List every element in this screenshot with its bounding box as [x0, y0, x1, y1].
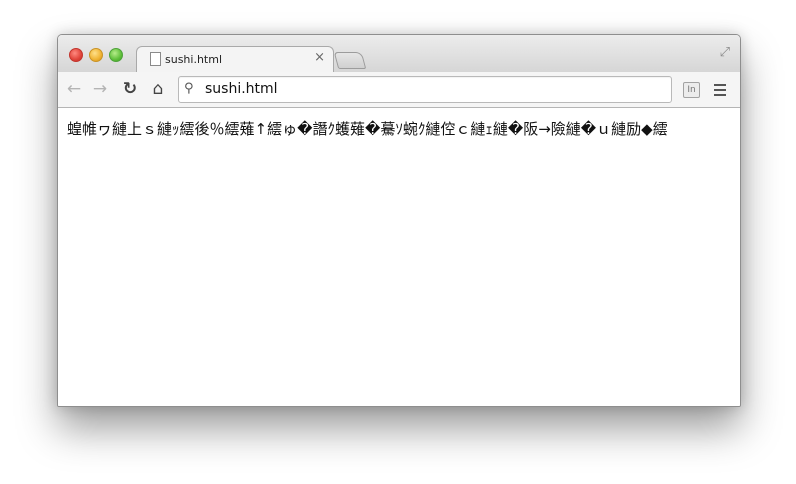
address-bar-url[interactable]: sushi.html — [205, 81, 278, 97]
hamburger-menu-icon[interactable] — [714, 84, 726, 96]
tab-sushi[interactable]: sushi.html × — [136, 46, 334, 73]
minimize-window-button[interactable] — [89, 48, 103, 62]
tab-close-icon[interactable]: × — [314, 50, 325, 65]
address-bar[interactable]: ⚲ sushi.html — [178, 76, 672, 103]
fullscreen-icon[interactable]: ⤢ — [720, 45, 730, 60]
file-icon — [150, 52, 161, 66]
screen: sushi.html × ⤢ ← → ↻ ⌂ ⚲ sushi.html In 蝗… — [0, 0, 796, 484]
tab-title: sushi.html — [165, 53, 223, 66]
page-content: 蝗帷ヮ縺上ｓ縺ｯ繧後％繧薙↑繧ゅ�譖ｸ蠖薙�驀ｿ蜿ｸ縺倥ｃ縺ｪ縺�阪→險縺�ｕ縺… — [58, 108, 740, 406]
new-tab-button[interactable] — [333, 52, 367, 69]
extension-in-button[interactable]: In — [683, 82, 700, 98]
reload-icon[interactable]: ↻ — [119, 79, 141, 99]
maximize-window-button[interactable] — [109, 48, 123, 62]
home-icon[interactable]: ⌂ — [147, 79, 169, 99]
search-icon: ⚲ — [184, 81, 194, 96]
back-arrow-icon[interactable]: ← — [63, 79, 85, 99]
forward-arrow-icon[interactable]: → — [89, 79, 111, 99]
toolbar: ← → ↻ ⌂ ⚲ sushi.html In — [58, 72, 740, 108]
page-body-text: 蝗帷ヮ縺上ｓ縺ｯ繧後％繧薙↑繧ゅ�譖ｸ蠖薙�驀ｿ蜿ｸ縺倥ｃ縺ｪ縺�阪→險縺�ｕ縺… — [67, 120, 668, 138]
close-window-button[interactable] — [69, 48, 83, 62]
browser-window: sushi.html × ⤢ ← → ↻ ⌂ ⚲ sushi.html In 蝗… — [57, 34, 741, 407]
title-bar: sushi.html × ⤢ — [58, 35, 740, 73]
